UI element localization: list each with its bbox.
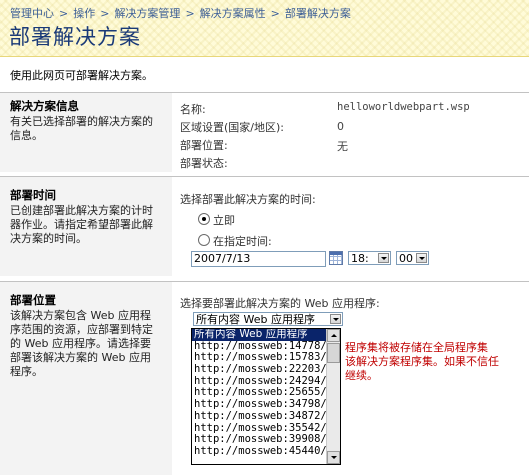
chevron-down-icon[interactable] [330, 314, 341, 324]
field-label-deployment-status: 部署状态: [180, 157, 228, 170]
deploy-time-prompt: 选择部署此解决方案的时间: [180, 193, 316, 206]
warning-text-line-1: 程序集将被存储在全局程序集 [345, 341, 488, 354]
intro-text: 使用此网页可部署解决方案。 [10, 69, 153, 82]
dropdown-scrollbar[interactable] [326, 329, 340, 464]
breadcrumb-separator: > [100, 7, 110, 20]
scroll-down-icon[interactable] [327, 451, 340, 464]
breadcrumb-separator: > [59, 7, 69, 20]
field-label-name: 名称: [180, 103, 206, 116]
warning-text-line-3: 继续。 [345, 369, 378, 382]
date-input[interactable]: 2007/7/13 [191, 251, 326, 267]
chevron-down-icon[interactable] [378, 253, 389, 263]
minute-select-value: 00 [399, 252, 413, 265]
breadcrumb-link-admin-center[interactable]: 管理中心 [10, 7, 54, 20]
breadcrumb-link-operations[interactable]: 操作 [73, 7, 95, 20]
section-desc-deploy-time: 已创建部署此解决方案的计时器作业。请指定希望部署此解决方案的时间。 [10, 204, 153, 245]
hour-select[interactable]: 18: [348, 251, 391, 265]
warning-text-line-2: 该解决方案程序集。如果不信任 [345, 355, 499, 368]
field-value-name: helloworldwebpart.wsp [337, 101, 470, 113]
radio-specific-time[interactable] [198, 234, 210, 246]
breadcrumb-separator: > [185, 7, 195, 20]
section-title-deploy-location: 部署位置 [10, 293, 56, 307]
page-header: 管理中心 > 操作 > 解决方案管理 > 解决方案属性 > 部署解决方案 部署解决方案 [0, 0, 529, 57]
field-value-locale: 0 [337, 120, 344, 133]
web-app-prompt: 选择要部署此解决方案的 Web 应用程序: [180, 297, 380, 310]
page-title: 部署解决方案 [9, 25, 141, 49]
radio-now-label[interactable]: 立即 [213, 212, 235, 228]
dropdown-option[interactable]: http://mossweb:34872/ [192, 410, 340, 423]
minute-select[interactable]: 00 [396, 251, 429, 265]
dropdown-option[interactable]: http://mossweb:45440/ [192, 445, 340, 458]
radio-now[interactable] [198, 213, 210, 225]
dropdown-option[interactable]: http://mossweb:22203/ [192, 363, 340, 376]
section-title-deploy-time: 部署时间 [10, 188, 56, 202]
scrollbar-thumb[interactable] [327, 343, 340, 363]
web-app-dropdown-list[interactable]: 所有内容 Web 应用程序 http://mossweb:14778/ http… [191, 328, 341, 465]
web-app-select[interactable]: 所有内容 Web 应用程序 [193, 312, 343, 326]
scroll-up-icon[interactable] [327, 329, 340, 342]
web-app-select-value: 所有内容 Web 应用程序 [196, 313, 315, 326]
section-desc-deploy-location: 该解决方案包含 Web 应用程序范围的资源，应部署到特定的 Web 应用程序。请… [10, 309, 153, 378]
breadcrumb: 管理中心 > 操作 > 解决方案管理 > 解决方案属性 > 部署解决方案 [10, 5, 351, 21]
breadcrumb-current: 部署解决方案 [284, 7, 351, 20]
chevron-down-icon[interactable] [416, 253, 427, 263]
section-title-solution-info: 解决方案信息 [10, 99, 79, 113]
breadcrumb-link-solution-management[interactable]: 解决方案管理 [114, 7, 180, 20]
radio-specific-time-label[interactable]: 在指定时间: [213, 233, 272, 249]
section-desc-solution-info: 有关已选择部署的解决方案的信息。 [10, 115, 153, 142]
field-label-locale: 区域设置(国家/地区): [180, 121, 284, 134]
dropdown-option[interactable]: 所有内容 Web 应用程序 [192, 329, 340, 341]
calendar-icon[interactable] [329, 251, 343, 265]
breadcrumb-separator: > [270, 7, 280, 20]
hour-select-value: 18: [351, 252, 369, 265]
breadcrumb-link-solution-properties[interactable]: 解决方案属性 [200, 7, 266, 20]
field-label-deployed-to: 部署位置: [180, 139, 228, 152]
field-value-deployed-to: 无 [337, 140, 348, 153]
